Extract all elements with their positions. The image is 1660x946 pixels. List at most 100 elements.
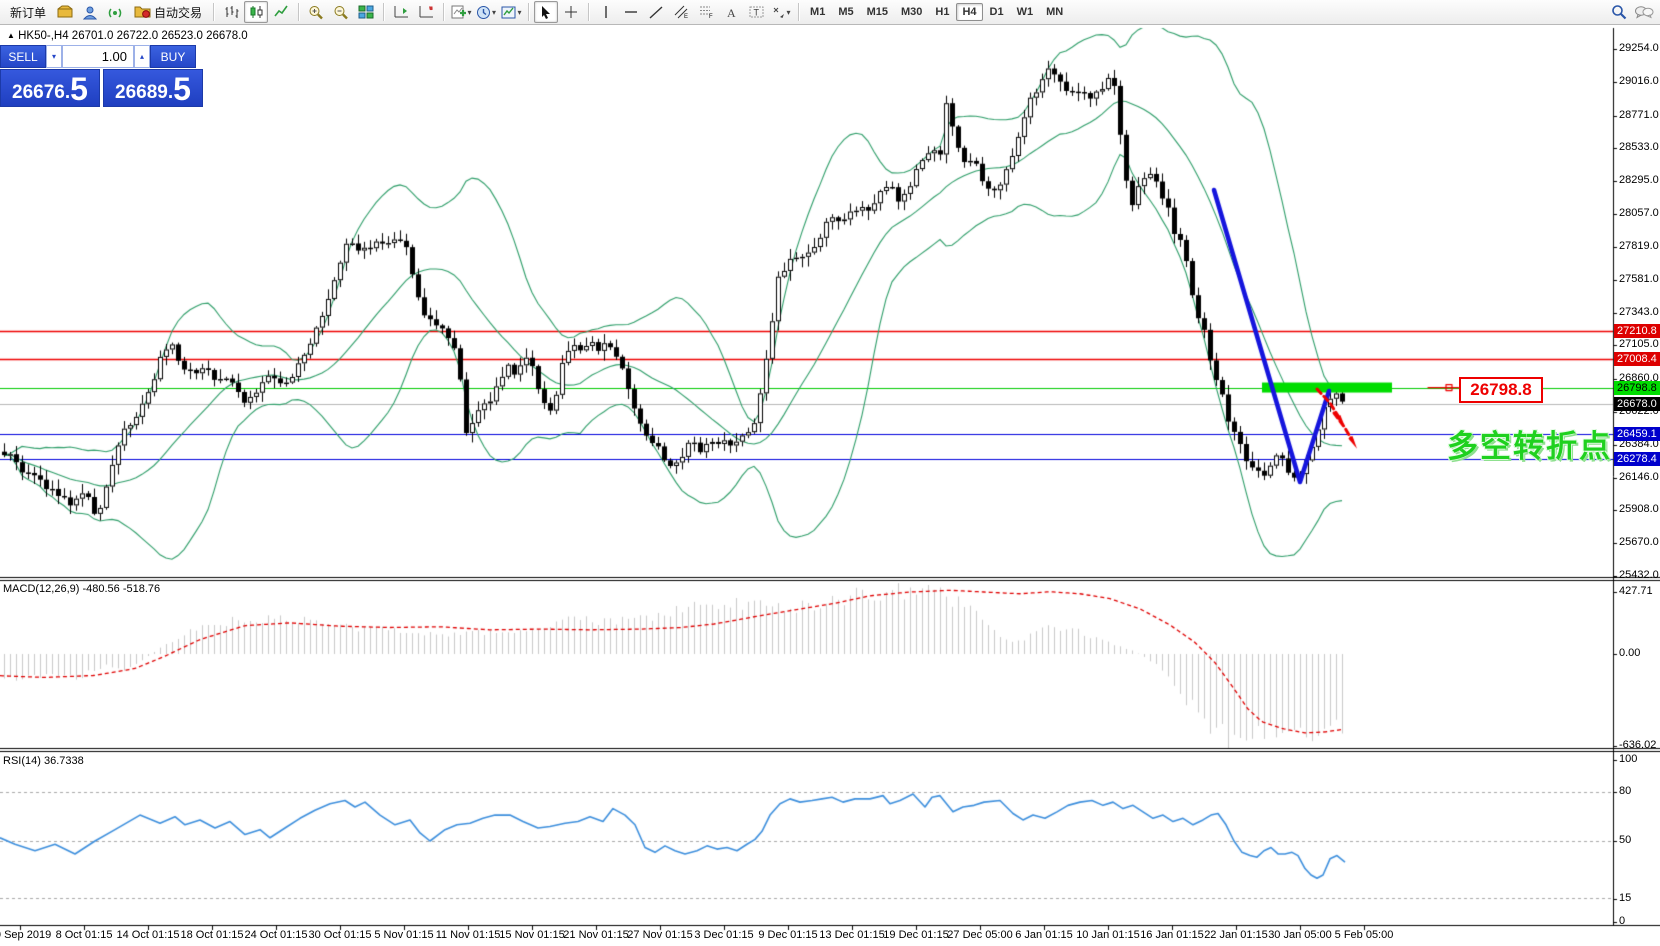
sell-price-pips: 5 [70, 75, 88, 103]
autotrade-folder-icon [134, 4, 151, 21]
time-tick-label: 22 Jan 01:15 [1204, 929, 1268, 941]
price-level-badge: 26459.1 [1614, 427, 1660, 441]
price-tick-label: 28533.0 [1619, 141, 1659, 153]
bar-chart-icon[interactable] [219, 1, 243, 23]
volume-increase-button[interactable]: ▴ [134, 45, 150, 68]
zoom-out-icon[interactable] [329, 1, 353, 23]
turning-point-note[interactable]: 多空转折点 [1447, 421, 1612, 466]
horizontal-line-icon[interactable] [619, 1, 643, 23]
line-chart-icon[interactable] [269, 1, 293, 23]
sell-button[interactable]: SELL [0, 45, 46, 68]
time-tick-label: 3 Dec 01:15 [694, 929, 753, 941]
new-chart-dropdown[interactable]: ▾ [449, 1, 473, 23]
label-icon[interactable]: T [744, 1, 768, 23]
indicator-tick-label: -636.02 [1619, 739, 1656, 751]
volume-input[interactable]: 1.00 [62, 45, 134, 68]
time-tick-label: 11 Nov 01:15 [436, 929, 501, 941]
toolbar-separator [443, 3, 444, 21]
sell-price-button[interactable]: 26676.5 [0, 69, 100, 107]
time-tick-label: 8 Oct 01:15 [56, 929, 113, 941]
chart-canvas[interactable] [0, 0, 1660, 946]
price-tick-label: 27343.0 [1619, 306, 1659, 318]
cursor-icon[interactable] [534, 1, 558, 23]
profile-icon[interactable] [78, 1, 102, 23]
time-tick-label: 10 Jan 01:15 [1076, 929, 1140, 941]
main-toolbar: 新订单自动交易▾▾▾EFAT▾M1M5M15M30H1H4D1W1MN [0, 0, 1660, 25]
timeframe-button-w1[interactable]: W1 [1011, 3, 1040, 21]
svg-text:F: F [709, 14, 713, 19]
price-tick-label: 27819.0 [1619, 240, 1659, 252]
crosshair-icon[interactable] [559, 1, 583, 23]
buy-price-button[interactable]: 26689.5 [103, 69, 203, 107]
indicator-tick-label: 100 [1619, 753, 1637, 765]
symbol-ohlc-line: ▲ HK50-,H4 26701.0 26722.0 26523.0 26678… [7, 30, 248, 42]
vertical-line-icon[interactable] [594, 1, 618, 23]
arrows-dropdown[interactable]: ▾ [769, 1, 793, 23]
fibonacci-icon[interactable]: F [694, 1, 718, 23]
chart-active-icon: ▲ [7, 31, 15, 40]
chart-window-icon[interactable] [53, 1, 77, 23]
new-order-button[interactable]: 新订单 [4, 1, 52, 24]
timeframe-button-m5[interactable]: M5 [832, 3, 859, 21]
price-tick-label: 25670.0 [1619, 536, 1659, 548]
signal-icon[interactable] [103, 1, 127, 23]
price-tick-label: 28295.0 [1619, 174, 1659, 186]
time-tick-label: 13 Dec 01:15 [819, 929, 884, 941]
volume-decrease-button[interactable]: ▾ [46, 45, 62, 68]
time-tick-label: 16 Jan 01:15 [1140, 929, 1204, 941]
period-dropdown[interactable]: ▾ [474, 1, 498, 23]
time-tick-label: 6 Jan 01:15 [1015, 929, 1073, 941]
svg-text:T: T [753, 8, 759, 18]
timeframe-button-d1[interactable]: D1 [984, 3, 1010, 21]
timeframe-button-m15[interactable]: M15 [861, 3, 894, 21]
timeframe-button-h1[interactable]: H1 [929, 3, 955, 21]
toolbar-separator [588, 3, 589, 21]
search-icon[interactable] [1607, 1, 1631, 23]
dropdown-arrow-icon: ▾ [518, 8, 522, 17]
trade-panel-controls: SELL ▾ 1.00 ▴ BUY [0, 45, 206, 68]
channel-icon[interactable]: E [669, 1, 693, 23]
price-level-badge: 27008.4 [1614, 352, 1660, 366]
sell-price-main: 26676. [12, 82, 70, 103]
template-dropdown[interactable]: ▾ [499, 1, 523, 23]
dropdown-arrow-icon: ▾ [468, 8, 472, 17]
time-tick-label: 30 Sep 2019 [0, 929, 51, 941]
toolbar-separator [298, 3, 299, 21]
buy-price-pips: 5 [173, 75, 191, 103]
svg-text:E: E [684, 14, 688, 19]
price-level-badge: 27210.8 [1614, 324, 1660, 338]
autotrade-button[interactable]: 自动交易 [128, 1, 208, 24]
time-tick-label: 14 Oct 01:15 [117, 929, 180, 941]
trendline-icon[interactable] [644, 1, 668, 23]
new-order-button-label: 新订单 [10, 4, 46, 21]
mt4-window: { "colors":{ "accent_blue":"#2547c8","le… [0, 0, 1660, 946]
one-click-trading-panel: SELL ▾ 1.00 ▴ BUY 26676.5 26689.5 [0, 45, 206, 107]
zoom-in-icon[interactable] [304, 1, 328, 23]
candlestick-icon[interactable] [244, 1, 268, 23]
auto-scroll-icon[interactable] [414, 1, 438, 23]
time-tick-label: 5 Nov 01:15 [374, 929, 433, 941]
price-tick-label: 29016.0 [1619, 75, 1659, 87]
price-tick-label: 29254.0 [1619, 42, 1659, 54]
price-tick-label: 25908.0 [1619, 503, 1659, 515]
price-tick-label: 28771.0 [1619, 109, 1659, 121]
price-tick-label: 27105.0 [1619, 338, 1659, 350]
text-icon[interactable]: A [719, 1, 743, 23]
chart-shift-icon[interactable] [389, 1, 413, 23]
price-tick-label: 28057.0 [1619, 207, 1659, 219]
indicator-tick-label: 427.71 [1619, 585, 1653, 597]
price-callout[interactable]: 26798.8 [1459, 377, 1543, 403]
buy-button[interactable]: BUY [150, 45, 196, 68]
trade-panel-prices: 26676.5 26689.5 [0, 69, 206, 107]
svg-text:A: A [727, 6, 736, 19]
timeframe-button-h4[interactable]: H4 [956, 3, 982, 21]
time-tick-label: 24 Oct 01:15 [245, 929, 308, 941]
indicator-tick-label: 50 [1619, 834, 1631, 846]
timeframe-button-m30[interactable]: M30 [895, 3, 928, 21]
tile-windows-icon[interactable] [354, 1, 378, 23]
timeframe-button-mn[interactable]: MN [1040, 3, 1069, 21]
timeframe-button-m1[interactable]: M1 [804, 3, 831, 21]
time-tick-label: 5 Feb 05:00 [1335, 929, 1394, 941]
chat-icon[interactable] [1632, 1, 1656, 23]
toolbar-separator [528, 3, 529, 21]
